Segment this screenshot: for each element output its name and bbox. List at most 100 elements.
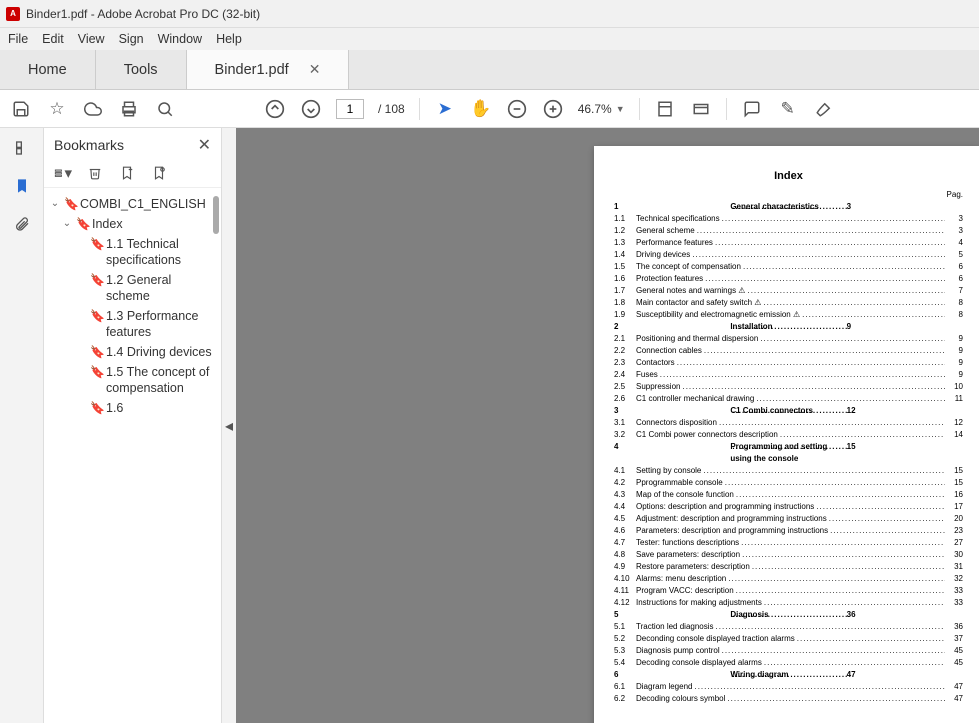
toc-row: 4.4Options: description and programming …: [614, 501, 963, 513]
page-title: Index: [614, 170, 963, 182]
menu-window[interactable]: Window: [158, 32, 202, 46]
toc-row: 1.6Protection features6: [614, 273, 963, 285]
toolbar: ☆ / 108 ➤ ✋ 46.7%▼ ✎: [0, 90, 979, 128]
toc-row: 1General characteristics3: [614, 201, 963, 213]
highlight-icon[interactable]: ✎: [777, 98, 799, 120]
bookmark-item[interactable]: 🔖1.2 General scheme: [50, 270, 217, 306]
toc-row: 1.9Susceptibility and electromagnetic em…: [614, 309, 963, 321]
fit-page-icon[interactable]: [654, 98, 676, 120]
bookmark-root[interactable]: ⌄🔖 COMBI_C1_ENGLISH: [50, 194, 217, 214]
page-input[interactable]: [336, 99, 364, 119]
railbar: [0, 128, 44, 723]
fit-width-icon[interactable]: [690, 98, 712, 120]
pdf-icon: A: [6, 7, 20, 21]
toc-row: 4Programming and setting using the conso…: [614, 441, 963, 465]
menu-edit[interactable]: Edit: [42, 32, 64, 46]
toc-row: 4.10Alarms: menu description32: [614, 573, 963, 585]
tab-document-label: Binder1.pdf: [215, 62, 289, 78]
menu-sign[interactable]: Sign: [119, 32, 144, 46]
toc-row: 2.3Contactors9: [614, 357, 963, 369]
toc-row: 4.8Save parameters: description30: [614, 549, 963, 561]
toc-row: 2.4Fuses9: [614, 369, 963, 381]
zoom-out-icon[interactable]: [506, 98, 528, 120]
page-pag-label: Pag.: [614, 190, 963, 199]
toc-row: 3C1 Combi connectors12: [614, 405, 963, 417]
toc-row: 3.2C1 Combi power connectors description…: [614, 429, 963, 441]
toc-row: 1.4Driving devices5: [614, 249, 963, 261]
page-up-icon[interactable]: [264, 98, 286, 120]
toc-row: 2.2Connection cables9: [614, 345, 963, 357]
hand-icon[interactable]: ✋: [470, 98, 492, 120]
toc-row: 1.1Technical specifications3: [614, 213, 963, 225]
window-title: Binder1.pdf - Adobe Acrobat Pro DC (32-b…: [26, 7, 260, 21]
bookmark-item[interactable]: 🔖1.1 Technical specifications: [50, 234, 217, 270]
bookmark-item[interactable]: 🔖1.5 The concept of compensation: [50, 362, 217, 398]
attachments-icon[interactable]: [12, 214, 32, 234]
menu-file[interactable]: File: [8, 32, 28, 46]
thumbnails-icon[interactable]: [12, 138, 32, 158]
bookmarks-icon[interactable]: [12, 176, 32, 196]
toc-row: 5.2Deconding console displayed traction …: [614, 633, 963, 645]
toc-table: 1General characteristics31.1Technical sp…: [614, 201, 963, 705]
signature-icon[interactable]: [813, 98, 835, 120]
toc-row: 4.9Restore parameters: description31: [614, 561, 963, 573]
toc-row: 6Wiring diagram47: [614, 669, 963, 681]
tab-tools[interactable]: Tools: [96, 50, 187, 89]
toc-row: 4.7Tester: functions descriptions27: [614, 537, 963, 549]
menu-help[interactable]: Help: [216, 32, 242, 46]
toc-row: 1.5The concept of compensation6: [614, 261, 963, 273]
tab-document[interactable]: Binder1.pdf ✕: [187, 50, 350, 89]
toc-row: 5.1Traction led diagnosis36: [614, 621, 963, 633]
delete-icon[interactable]: [86, 164, 104, 182]
tabbar: Home Tools Binder1.pdf ✕: [0, 50, 979, 90]
bookmark-index[interactable]: ⌄🔖 Index: [50, 214, 217, 234]
find-bookmark-icon[interactable]: [150, 164, 168, 182]
tab-home[interactable]: Home: [0, 50, 96, 89]
toc-row: 5Diagnosis36: [614, 609, 963, 621]
toc-row: 4.2Pprogrammable console15: [614, 477, 963, 489]
toc-row: 4.12Instructions for making adjustments3…: [614, 597, 963, 609]
comment-icon[interactable]: [741, 98, 763, 120]
zoom-level[interactable]: 46.7%▼: [578, 102, 625, 116]
star-icon[interactable]: ☆: [46, 98, 68, 120]
zoom-in-icon[interactable]: [542, 98, 564, 120]
content-area: ◂ Index Pag. 1General characteristics31.…: [222, 128, 979, 723]
toc-row: 6.1Diagram legend47: [614, 681, 963, 693]
toc-row: 2.6C1 controller mechanical drawing11: [614, 393, 963, 405]
close-icon[interactable]: ✕: [309, 61, 321, 78]
menu-view[interactable]: View: [78, 32, 105, 46]
toc-row: 2.5Suppression10: [614, 381, 963, 393]
toc-row: 3.1Connectors disposition12: [614, 417, 963, 429]
print-icon[interactable]: [118, 98, 140, 120]
toc-row: 2.1Positioning and thermal dispersion9: [614, 333, 963, 345]
sidepanel-close-icon[interactable]: ✕: [198, 135, 211, 155]
new-bookmark-icon[interactable]: [118, 164, 136, 182]
bookmark-item[interactable]: 🔖1.4 Driving devices: [50, 342, 217, 362]
toc-row: 4.11Program VACC: description33: [614, 585, 963, 597]
page-down-icon[interactable]: [300, 98, 322, 120]
options-icon[interactable]: ▾: [54, 164, 72, 182]
toc-row: 4.6Parameters: description and programmi…: [614, 525, 963, 537]
bookmark-tree: ⌄🔖 COMBI_C1_ENGLISH ⌄🔖 Index 🔖1.1 Techni…: [44, 188, 221, 723]
toc-row: 4.5Adjustment: description and programmi…: [614, 513, 963, 525]
toc-row: 1.2General scheme3: [614, 225, 963, 237]
toc-row: 1.8Main contactor and safety switch ⚠8: [614, 297, 963, 309]
toc-row: 4.3Map of the console function16: [614, 489, 963, 501]
pointer-icon[interactable]: ➤: [434, 98, 456, 120]
save-icon[interactable]: [10, 98, 32, 120]
sidepanel-title: Bookmarks: [54, 137, 124, 153]
bookmark-item[interactable]: 🔖1.3 Performance features: [50, 306, 217, 342]
toc-row: 5.4Decoding console displayed alarms45: [614, 657, 963, 669]
toc-row: 5.3Diagnosis pump control45: [614, 645, 963, 657]
scrollbar[interactable]: [213, 188, 219, 723]
collapse-handle-icon[interactable]: ◂: [222, 128, 236, 723]
sidepanel: Bookmarks ✕ ▾ ⌄🔖 COMBI_C1_ENGLISH ⌄🔖 Ind…: [44, 128, 222, 723]
main: Bookmarks ✕ ▾ ⌄🔖 COMBI_C1_ENGLISH ⌄🔖 Ind…: [0, 128, 979, 723]
pdf-page: Index Pag. 1General characteristics31.1T…: [594, 146, 979, 723]
toc-row: 1.3Performance features4: [614, 237, 963, 249]
toc-row: 4.1Setting by console15: [614, 465, 963, 477]
search-icon[interactable]: [154, 98, 176, 120]
bookmark-item[interactable]: 🔖1.6: [50, 398, 217, 418]
titlebar: A Binder1.pdf - Adobe Acrobat Pro DC (32…: [0, 0, 979, 28]
cloud-icon[interactable]: [82, 98, 104, 120]
